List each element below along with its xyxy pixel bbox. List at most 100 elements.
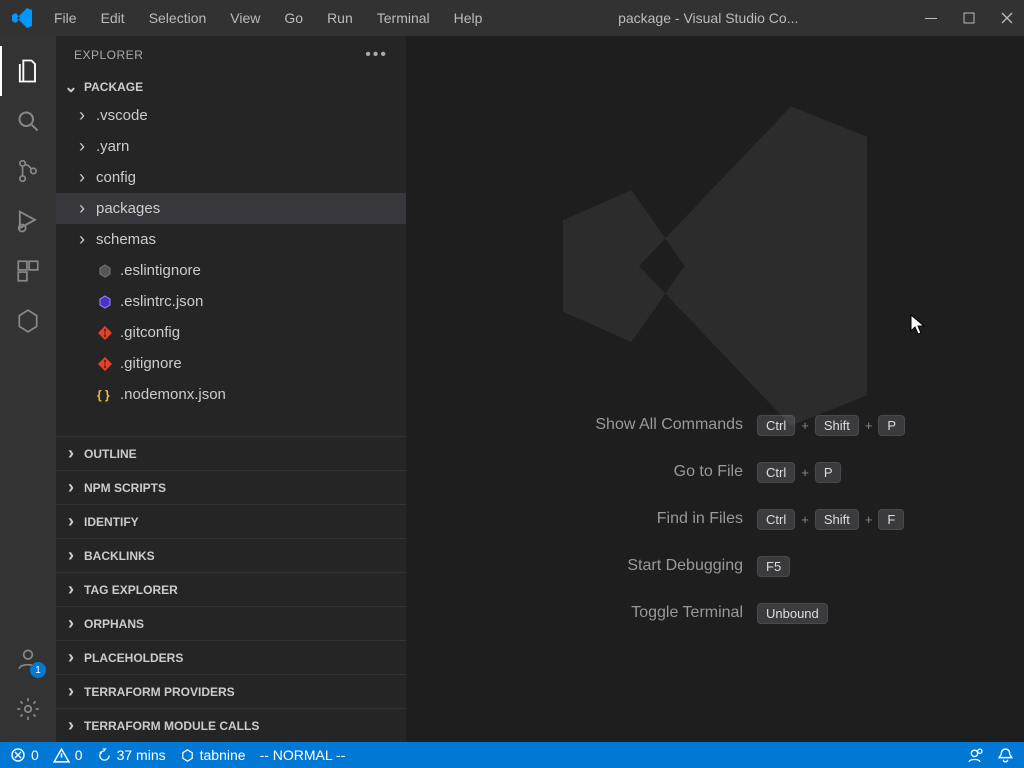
git-icon xyxy=(96,325,114,341)
status-vim-mode[interactable]: -- NORMAL -- xyxy=(260,747,346,763)
chevron-right-icon xyxy=(64,613,78,634)
shortcut-label: Start Debugging xyxy=(513,557,743,575)
section-label: BACKLINKS xyxy=(84,549,155,563)
section-label: IDENTIFY xyxy=(84,515,139,529)
activity-settings-icon[interactable] xyxy=(0,684,56,734)
folder-.vscode[interactable]: .vscode xyxy=(56,100,406,131)
chevron-right-icon xyxy=(64,715,78,736)
close-icon[interactable] xyxy=(1000,11,1014,25)
chevron-right-icon xyxy=(64,647,78,668)
folder-schemas[interactable]: schemas xyxy=(56,224,406,255)
chevron-right-icon xyxy=(74,229,90,250)
chevron-right-icon xyxy=(74,167,90,188)
explorer-sidebar: EXPLORER ••• PACKAGE .vscode.yarnconfigp… xyxy=(56,36,406,742)
explorer-more-icon[interactable]: ••• xyxy=(365,46,388,64)
eslint-bright-icon xyxy=(96,294,114,310)
section-orphans[interactable]: ORPHANS xyxy=(56,606,406,640)
title-bar: File Edit Selection View Go Run Terminal… xyxy=(0,0,1024,36)
chevron-right-icon xyxy=(64,477,78,498)
folder-config[interactable]: config xyxy=(56,162,406,193)
shortcut-keys: F5 xyxy=(757,556,917,577)
activity-accounts-icon[interactable]: 1 xyxy=(0,634,56,684)
git-icon xyxy=(96,356,114,372)
menu-file[interactable]: File xyxy=(44,6,87,30)
section-label: TERRAFORM MODULE CALLS xyxy=(84,719,259,733)
menu-go[interactable]: Go xyxy=(274,6,313,30)
chevron-down-icon xyxy=(64,77,78,97)
folder-root[interactable]: PACKAGE xyxy=(56,74,406,100)
section-tag-explorer[interactable]: TAG EXPLORER xyxy=(56,572,406,606)
shortcut-row: Go to File Ctrl + P xyxy=(513,462,917,483)
activity-source-control-icon[interactable] xyxy=(0,146,56,196)
shortcut-label: Toggle Terminal xyxy=(513,604,743,622)
minimize-icon[interactable] xyxy=(924,11,938,25)
section-outline[interactable]: OUTLINE xyxy=(56,436,406,470)
file-label: .gitconfig xyxy=(120,324,180,341)
activity-extensions-icon[interactable] xyxy=(0,246,56,296)
file-.gitignore[interactable]: .gitignore xyxy=(56,348,406,379)
section-identify[interactable]: IDENTIFY xyxy=(56,504,406,538)
shortcut-label: Find in Files xyxy=(513,510,743,528)
file-.gitconfig[interactable]: .gitconfig xyxy=(56,317,406,348)
key: Shift xyxy=(815,509,859,530)
menu-bar: File Edit Selection View Go Run Terminal… xyxy=(44,6,492,30)
accounts-badge: 1 xyxy=(30,662,46,678)
chevron-right-icon xyxy=(64,443,78,464)
folder-label: .vscode xyxy=(96,107,148,124)
section-terraform-module-calls[interactable]: TERRAFORM MODULE CALLS xyxy=(56,708,406,742)
window-title: package - Visual Studio Co... xyxy=(492,10,924,26)
plus-separator: + xyxy=(801,465,809,480)
section-label: NPM SCRIPTS xyxy=(84,481,166,495)
status-tabnine[interactable]: tabnine xyxy=(180,747,246,763)
activity-run-debug-icon[interactable] xyxy=(0,196,56,246)
file-.eslintrc.json[interactable]: .eslintrc.json xyxy=(56,286,406,317)
folder-label: .yarn xyxy=(96,138,129,155)
shortcut-keys: Unbound xyxy=(757,603,917,624)
section-npm-scripts[interactable]: NPM SCRIPTS xyxy=(56,470,406,504)
status-time[interactable]: 37 mins xyxy=(97,747,166,763)
section-placeholders[interactable]: PLACEHOLDERS xyxy=(56,640,406,674)
status-errors[interactable]: 0 xyxy=(10,747,39,763)
status-warnings[interactable]: 0 xyxy=(53,747,83,764)
plus-separator: + xyxy=(865,512,873,527)
key: F xyxy=(878,509,904,530)
status-feedback-icon[interactable] xyxy=(966,747,983,764)
chevron-right-icon xyxy=(64,579,78,600)
file-label: .eslintignore xyxy=(120,262,201,279)
status-bell-icon[interactable] xyxy=(997,747,1014,764)
folder-label: config xyxy=(96,169,136,186)
menu-help[interactable]: Help xyxy=(444,6,493,30)
menu-view[interactable]: View xyxy=(220,6,270,30)
shortcut-keys: Ctrl+Shift+F xyxy=(757,509,917,530)
menu-selection[interactable]: Selection xyxy=(139,6,217,30)
file-.eslintignore[interactable]: .eslintignore xyxy=(56,255,406,286)
maximize-icon[interactable] xyxy=(962,11,976,25)
key: P xyxy=(815,462,842,483)
key: F5 xyxy=(757,556,790,577)
plus-separator: + xyxy=(801,512,809,527)
activity-explorer-icon[interactable] xyxy=(0,46,56,96)
chevron-right-icon xyxy=(74,198,90,219)
key: Ctrl xyxy=(757,462,795,483)
sidebar-sections: OUTLINE NPM SCRIPTS IDENTIFY BACKLINKS TAG E… xyxy=(56,436,406,742)
chevron-right-icon xyxy=(64,511,78,532)
section-terraform-providers[interactable]: TERRAFORM PROVIDERS xyxy=(56,674,406,708)
shortcut-keys: Ctrl + P xyxy=(757,462,917,483)
activity-search-icon[interactable] xyxy=(0,96,56,146)
activity-hex-icon[interactable] xyxy=(0,296,56,346)
folder-.yarn[interactable]: .yarn xyxy=(56,131,406,162)
folder-packages[interactable]: packages xyxy=(56,193,406,224)
chevron-right-icon xyxy=(64,681,78,702)
menu-edit[interactable]: Edit xyxy=(91,6,135,30)
file-.nodemonx.json[interactable]: { }.nodemonx.json xyxy=(56,379,406,410)
section-label: TAG EXPLORER xyxy=(84,583,178,597)
shortcut-row: Toggle Terminal Unbound xyxy=(513,603,917,624)
menu-run[interactable]: Run xyxy=(317,6,363,30)
section-label: ORPHANS xyxy=(84,617,144,631)
shortcut-label: Go to File xyxy=(513,463,743,481)
folder-label: schemas xyxy=(96,231,156,248)
section-backlinks[interactable]: BACKLINKS xyxy=(56,538,406,572)
json-icon: { } xyxy=(96,387,114,403)
menu-terminal[interactable]: Terminal xyxy=(367,6,440,30)
file-tree: PACKAGE .vscode .yarn config packages schema… xyxy=(56,74,406,436)
